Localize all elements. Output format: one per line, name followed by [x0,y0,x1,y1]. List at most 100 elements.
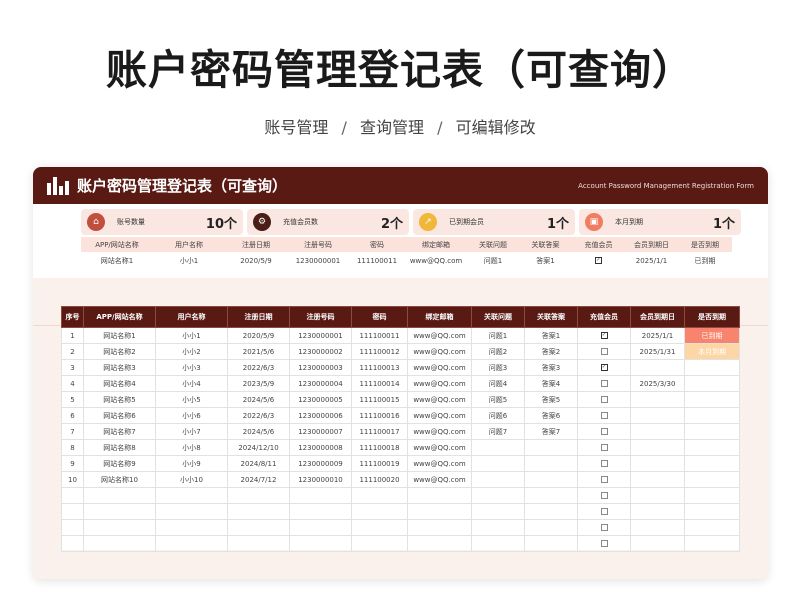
column-header[interactable]: APP/网站名称 [83,306,156,328]
table-cell[interactable] [577,359,631,376]
table-cell[interactable]: 答案2 [524,343,578,360]
table-cell[interactable]: 小小3 [155,359,228,376]
table-cell[interactable]: 111100018 [351,439,408,456]
table-row[interactable]: 6 网站名称6 小小6 2022/6/3 1230000006 111100016 www@… [61,407,740,424]
table-cell[interactable]: 111100017 [351,423,408,440]
table-cell[interactable]: 111100016 [351,407,408,424]
table-cell[interactable]: 111100012 [351,343,408,360]
table-cell[interactable] [577,487,631,504]
table-cell[interactable]: 1230000001 [289,327,352,344]
table-cell[interactable]: 网站名称10 [83,471,156,488]
table-cell[interactable]: 2023/5/9 [227,375,290,392]
table-cell[interactable]: 问题5 [471,391,525,408]
table-cell[interactable] [577,407,631,424]
table-cell[interactable] [351,535,408,552]
table-cell[interactable] [524,455,578,472]
member-checkbox[interactable] [600,460,608,467]
table-row[interactable]: 5 网站名称5 小小5 2024/5/6 1230000005 111100015 www@… [61,391,740,408]
table-cell[interactable]: 答案1 [524,327,578,344]
column-header[interactable]: 序号 [61,306,84,328]
table-cell[interactable] [684,455,740,472]
table-cell[interactable]: 答案7 [524,423,578,440]
column-header[interactable]: 充值会员 [577,306,631,328]
table-cell[interactable] [227,503,290,520]
table-cell[interactable] [289,503,352,520]
member-checkbox[interactable] [600,508,608,515]
table-cell[interactable] [577,519,631,536]
table-cell[interactable] [630,487,685,504]
table-row[interactable] [61,519,740,536]
table-cell[interactable]: 4 [61,375,84,392]
table-cell[interactable] [577,327,631,344]
table-cell[interactable] [524,487,578,504]
table-cell[interactable]: 1230000007 [289,423,352,440]
table-cell[interactable] [524,471,578,488]
table-row[interactable]: 8 网站名称8 小小8 2024/12/10 1230000008 111100018 ww… [61,439,740,456]
table-cell[interactable] [471,439,525,456]
table-cell[interactable] [83,503,156,520]
table-cell[interactable] [289,487,352,504]
table-cell[interactable] [289,535,352,552]
column-header[interactable]: 绑定邮箱 [407,306,472,328]
table-cell[interactable]: www@QQ.com [407,423,472,440]
table-cell[interactable]: 1230000003 [289,359,352,376]
table-cell[interactable] [83,535,156,552]
column-header[interactable]: 注册日期 [227,306,290,328]
table-cell[interactable]: 2025/1/31 [630,343,685,360]
query-table-row[interactable]: 网站名称1 小小1 2020/5/9 1230000001 111100011 www@Q… [81,252,732,269]
table-row[interactable]: 2 网站名称2 小小2 2021/5/6 1230000002 111100012 www@… [61,343,740,360]
member-checkbox[interactable] [600,492,608,499]
table-cell[interactable] [155,503,228,520]
table-cell[interactable] [684,407,740,424]
table-cell[interactable]: www@QQ.com [407,407,472,424]
table-cell[interactable] [83,487,156,504]
table-cell[interactable] [227,487,290,504]
table-cell[interactable]: www@QQ.com [407,375,472,392]
column-header[interactable]: 会员到期日 [630,306,685,328]
table-cell[interactable]: 1230000008 [289,439,352,456]
table-cell[interactable] [577,471,631,488]
table-cell[interactable] [684,519,740,536]
table-cell[interactable]: 网站名称3 [83,359,156,376]
table-cell[interactable]: 1230000006 [289,407,352,424]
table-cell[interactable]: www@QQ.com [407,327,472,344]
table-cell[interactable] [684,503,740,520]
table-cell[interactable] [630,407,685,424]
table-cell[interactable]: 2022/6/3 [227,407,290,424]
table-cell[interactable] [577,455,631,472]
table-cell[interactable] [471,455,525,472]
table-cell[interactable] [684,391,740,408]
table-cell[interactable]: 111100013 [351,359,408,376]
table-cell[interactable] [61,519,84,536]
table-cell[interactable]: 2 [61,343,84,360]
table-cell[interactable]: 1 [61,327,84,344]
table-cell[interactable]: www@QQ.com [407,359,472,376]
table-cell[interactable]: 2024/7/12 [227,471,290,488]
table-cell[interactable] [61,503,84,520]
table-cell[interactable] [630,535,685,552]
column-header[interactable]: 关联答案 [524,306,578,328]
column-header[interactable]: 用户名称 [155,306,228,328]
table-cell[interactable]: 2024/8/11 [227,455,290,472]
table-cell[interactable]: 小小7 [155,423,228,440]
table-cell[interactable] [577,503,631,520]
table-cell[interactable] [155,519,228,536]
table-cell[interactable]: 小小8 [155,439,228,456]
table-cell[interactable] [684,439,740,456]
member-checkbox[interactable] [600,348,608,355]
table-cell[interactable] [577,343,631,360]
table-cell[interactable] [577,535,631,552]
table-cell[interactable] [351,487,408,504]
column-header[interactable]: 是否到期 [684,306,740,328]
table-cell[interactable] [227,519,290,536]
member-checkbox[interactable] [600,396,608,403]
table-cell[interactable]: 答案4 [524,375,578,392]
table-cell[interactable] [407,519,472,536]
member-checkbox[interactable] [600,444,608,451]
table-cell[interactable]: 网站名称8 [83,439,156,456]
table-cell[interactable] [684,535,740,552]
table-cell[interactable]: 10 [61,471,84,488]
table-row[interactable]: 7 网站名称7 小小7 2024/5/6 1230000007 111100017 www@… [61,423,740,440]
table-cell[interactable]: 2025/1/1 [630,327,685,344]
table-cell[interactable] [289,519,352,536]
